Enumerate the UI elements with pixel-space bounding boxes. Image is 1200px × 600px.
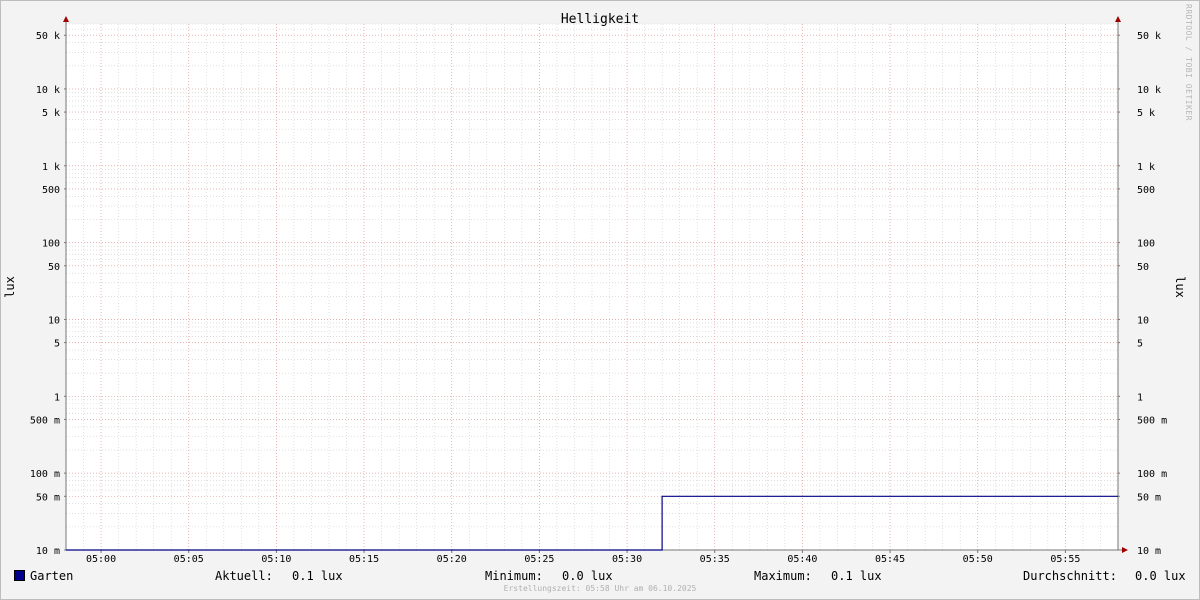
x-tick-label: 05:35 <box>700 554 730 565</box>
legend-color-swatch <box>14 570 25 581</box>
legend-avg-value: 0.0 lux <box>1135 569 1186 583</box>
y-tick-label-right: 50 k <box>1137 31 1161 42</box>
y-tick-label-left: 50 <box>48 262 60 273</box>
legend-min-label: Minimum: <box>485 569 543 583</box>
y-tick-label-left: 50 m <box>36 492 60 503</box>
y-tick-label-right: 10 <box>1137 315 1149 326</box>
legend-max-label: Maximum: <box>754 569 812 583</box>
y-tick-label-right: 1 k <box>1137 162 1155 173</box>
y-axis-arrow-right <box>1115 16 1121 22</box>
y-tick-label-left: 1 k <box>42 162 60 173</box>
x-tick-label: 05:00 <box>86 554 116 565</box>
y-tick-label-left: 10 k <box>36 85 60 96</box>
y-axis-arrow-left <box>63 16 69 22</box>
y-tick-label-right: 500 m <box>1137 415 1167 426</box>
x-tick-label: 05:50 <box>963 554 993 565</box>
y-tick-label-right: 100 <box>1137 239 1155 250</box>
y-tick-label-right: 50 m <box>1137 492 1161 503</box>
chart-svg: 50 k 50 k10 k 10 k5 k5 k1 k1 k500 500100 100… <box>3 12 1187 565</box>
x-tick-label: 05:55 <box>1050 554 1080 565</box>
y-tick-label-left: 50 k <box>36 31 60 42</box>
x-axis-arrow <box>1122 547 1128 553</box>
legend-min-value: 0.0 lux <box>562 569 613 583</box>
x-tick-label: 05:05 <box>174 554 204 565</box>
y-axis-label-right: lux <box>1173 276 1187 298</box>
footer-timestamp: Erstellungszeit: 05:58 Uhr am 06.10.2025 <box>503 584 697 593</box>
y-tick-label-right: 500 <box>1137 185 1155 196</box>
y-tick-label-left: 100 m <box>30 469 60 480</box>
y-tick-label-left: 10 <box>48 315 60 326</box>
chart-title: Helligkeit <box>561 12 639 27</box>
y-tick-label-left: 1 <box>54 392 60 403</box>
y-tick-label-left: 5 k <box>42 108 60 119</box>
y-tick-label-right: 5 k <box>1137 108 1155 119</box>
legend-series-name: Garten <box>30 569 74 583</box>
legend-avg-label: Durchschnitt: <box>1023 569 1117 583</box>
x-tick-label: 05:30 <box>612 554 642 565</box>
watermark: RRDTOOL / TOBI OETIKER <box>1184 4 1193 121</box>
y-tick-label-left: 500 m <box>30 415 60 426</box>
x-tick-label: 05:15 <box>349 554 379 565</box>
y-tick-label-right: 10 m <box>1137 546 1161 557</box>
legend-current-label: Aktuell: <box>215 569 273 583</box>
x-tick-label: 05:10 <box>261 554 291 565</box>
y-tick-label-right: 5 <box>1137 339 1143 350</box>
y-tick-label-right: 100 m <box>1137 469 1167 480</box>
y-axis-label-left: lux <box>3 276 17 298</box>
x-tick-label: 05:25 <box>524 554 554 565</box>
y-tick-label-right: 1 <box>1137 392 1143 403</box>
y-tick-label-right: 10 k <box>1137 85 1161 96</box>
y-tick-label-left: 100 <box>42 239 60 250</box>
legend-current-value: 0.1 lux <box>292 569 343 583</box>
y-tick-label-left: 5 <box>54 339 60 350</box>
legend-max-value: 0.1 lux <box>831 569 882 583</box>
x-tick-label: 05:20 <box>437 554 467 565</box>
y-tick-label-left: 500 <box>42 185 60 196</box>
x-tick-label: 05:40 <box>787 554 817 565</box>
y-tick-label-right: 50 <box>1137 262 1149 273</box>
y-tick-label-left: 10 m <box>36 546 60 557</box>
x-tick-label: 05:45 <box>875 554 905 565</box>
